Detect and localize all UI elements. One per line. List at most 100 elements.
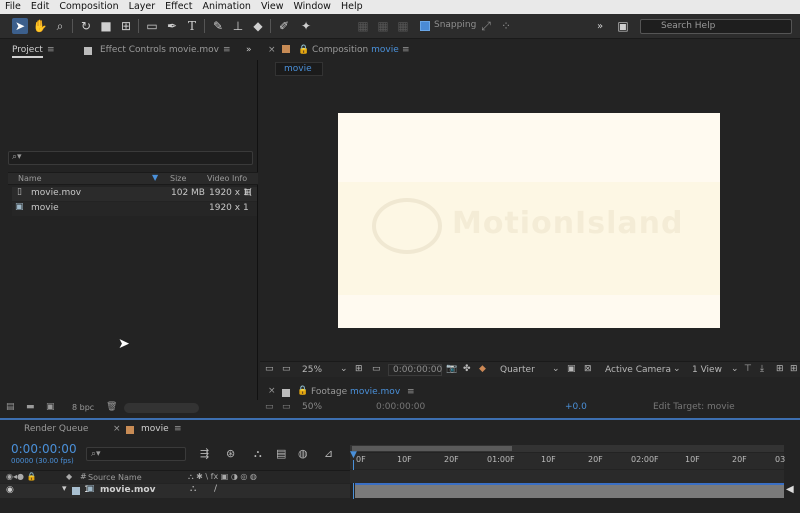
lock-icon[interactable]: 🔒 [298,45,309,55]
bit-depth-label[interactable]: 8 bpc [72,403,94,412]
rectangle-tool-icon[interactable]: ▭ [144,18,160,34]
layer-label-color[interactable] [72,487,80,495]
toggle-pixel-aspect-icon[interactable]: ⊤ [744,364,752,374]
views-dropdown[interactable]: 1 View [692,365,722,375]
footage-tab-menu-icon[interactable]: ≡ [407,387,415,397]
project-item-movie-comp[interactable]: ▣ movie 1920 x 1 [12,202,257,216]
layer-duration-bar[interactable] [355,484,784,498]
menu-help[interactable]: Help [336,0,368,14]
video-eye-icon[interactable]: ◉ [6,485,14,495]
composition-tab-label[interactable]: Composition movie [312,45,399,55]
world-axis-icon[interactable]: ▦ [375,18,391,34]
composition-mini-flowchart-icon[interactable]: ⇶ [200,447,209,460]
footage-zoom[interactable]: 50% [302,402,322,412]
search-help-input[interactable]: Search Help [640,19,792,34]
column-name[interactable]: Name [18,174,42,183]
draft-3d-icon[interactable]: ⊛ [226,447,235,460]
new-folder-icon[interactable]: ▬ [26,402,35,412]
exposure-value[interactable]: +0.0 [565,402,587,412]
layer-out-arrow-icon[interactable]: ◀ [786,484,794,495]
shy-switch-icon[interactable]: ⛬ [190,484,196,494]
sort-arrow-icon[interactable]: ▼ [152,173,158,182]
playhead-icon[interactable]: ▼ [350,450,358,460]
snapping-checkbox[interactable] [420,21,430,31]
source-name-header[interactable]: Source Name [88,473,142,482]
workspace-icon[interactable]: ▣ [615,18,631,34]
region-of-interest-icon[interactable]: ▣ [567,364,576,374]
column-video-info[interactable]: Video Info [207,174,247,183]
brush-tool-icon[interactable]: ✎ [210,18,226,34]
eraser-tool-icon[interactable]: ◆ [250,18,266,34]
resolution-arrow-icon[interactable]: ⌄ [552,364,560,374]
camera-tool-icon[interactable]: ■ [98,18,114,34]
project-search-input[interactable] [8,151,253,165]
local-axis-icon[interactable]: ▦ [355,18,371,34]
composition-tab-menu-icon[interactable]: ≡ [402,45,410,55]
menu-animation[interactable]: Animation [198,0,256,14]
panel-more-icon[interactable]: » [246,45,252,55]
menu-edit[interactable]: Edit [26,0,54,14]
effect-controls-tab-menu-icon[interactable]: ≡ [223,45,231,55]
hide-shy-icon[interactable]: ⛬ [254,447,262,461]
layer-name[interactable]: movie.mov [100,485,155,495]
views-arrow-icon[interactable]: ⌄ [731,364,739,374]
tab-effect-controls[interactable]: Effect Controls movie.mov [100,45,219,55]
footage-lock-icon[interactable]: 🔒 [297,386,308,396]
time-ruler[interactable] [350,453,784,469]
camera-arrow-icon[interactable]: ⌄ [673,364,681,374]
workspace-more-icon[interactable]: » [592,18,608,34]
roto-brush-tool-icon[interactable]: ✐ [276,18,292,34]
expand-arrow-icon[interactable]: ▾ [62,484,67,494]
display-icon[interactable]: ▭ [282,364,291,374]
transparency-grid-icon[interactable]: ⊠ [584,364,592,374]
comp-subtab[interactable]: movie [275,62,323,76]
project-item-movie-mov[interactable]: ▯ movie.mov 102 MB 1920 x 1( ⊞ [12,187,257,201]
interpret-footage-icon[interactable]: ▤ [6,402,15,412]
menu-view[interactable]: View [256,0,289,14]
project-tab-menu-icon[interactable]: ≡ [47,45,55,55]
channel-icon[interactable]: ◆ [479,364,486,374]
frame-blending-icon[interactable]: ▤ [276,447,286,460]
zoom-dropdown-arrow-icon[interactable]: ⌄ [340,364,348,374]
fast-previews-icon[interactable]: ⤓ [760,364,764,374]
grid-icon[interactable]: ⊞ [355,364,363,374]
menu-effect[interactable]: Effect [160,0,197,14]
view-axis-icon[interactable]: ▦ [395,18,411,34]
menu-layer[interactable]: Layer [124,0,161,14]
column-size[interactable]: Size [170,174,186,183]
camera-dropdown[interactable]: Active Camera [605,365,671,375]
flowchart-icon[interactable]: ⊞ [244,188,252,198]
flowchart-view-icon[interactable]: ⊞ [790,364,798,374]
tab-render-queue[interactable]: Render Queue [24,424,88,434]
footage-tab-label[interactable]: Footage movie.mov [311,387,400,397]
selection-tool-icon[interactable]: ➤ [12,18,28,34]
snapshot-icon[interactable]: 📷 [446,364,457,374]
new-composition-icon[interactable]: ▣ [46,402,55,412]
footage-timecode[interactable]: 0:00:00:00 [376,402,425,412]
always-preview-icon[interactable]: ▭ [265,364,274,374]
menu-window[interactable]: Window [288,0,335,14]
tab-project[interactable]: Project [12,45,43,58]
work-area-range[interactable] [352,446,512,451]
clone-stamp-tool-icon[interactable]: ⊥ [230,18,246,34]
close-tab-icon[interactable]: × [268,45,276,55]
hand-tool-icon[interactable]: ✋ [32,18,48,34]
menu-file[interactable]: File [0,0,26,14]
resolution-dropdown[interactable]: Quarter [500,365,535,375]
snap-features-icon[interactable]: ⁘ [498,18,514,34]
timeline-close-icon[interactable]: × [113,424,121,434]
footage-close-icon[interactable]: × [268,386,276,396]
puppet-tool-icon[interactable]: ✦ [298,18,314,34]
snap-edges-icon[interactable]: ⤢ [478,18,494,34]
tab-movie-timeline[interactable]: movie [141,424,169,434]
motion-blur-icon[interactable]: ◍ [298,447,308,460]
zoom-dropdown[interactable]: 25% [302,365,322,375]
rotation-tool-icon[interactable]: ↻ [78,18,94,34]
menu-composition[interactable]: Composition [54,0,123,14]
footage-display-icon[interactable]: ▭ [282,402,291,412]
timecode-field[interactable]: 0:00:00:00 [388,364,442,376]
timeline-tab-menu-icon[interactable]: ≡ [174,424,182,434]
timeline-search-input[interactable]: ⌕▾ [86,447,186,461]
quality-switch-icon[interactable]: / [214,484,217,494]
delete-icon[interactable]: 🗑 [106,402,117,412]
